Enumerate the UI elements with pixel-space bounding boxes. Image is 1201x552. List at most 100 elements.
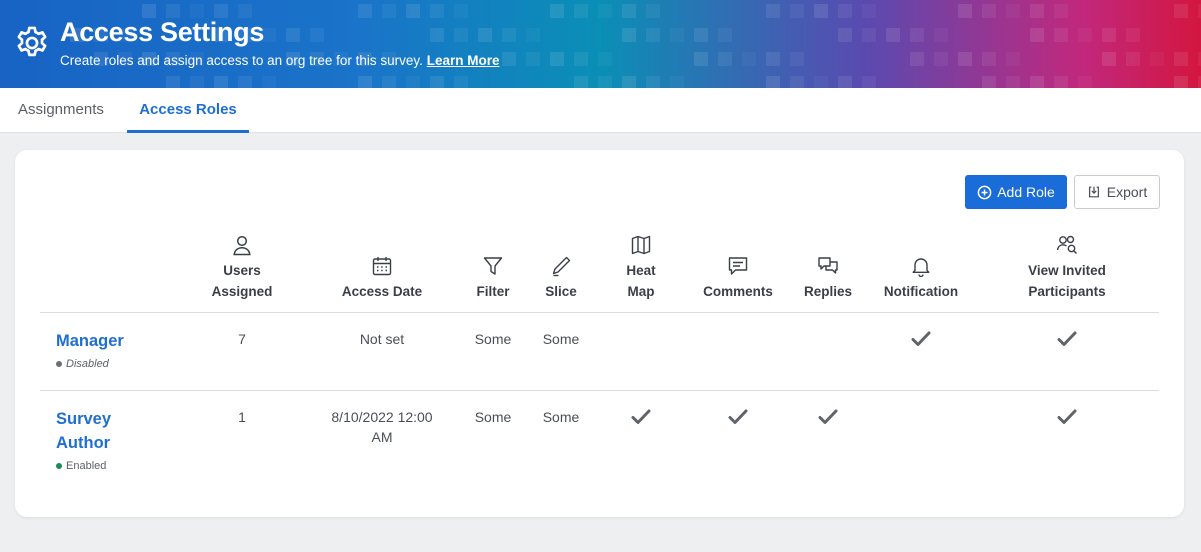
tab-access-roles[interactable]: Access Roles xyxy=(127,88,249,133)
banner-tile xyxy=(430,4,444,18)
banner-tile xyxy=(1054,28,1068,42)
banner-tile xyxy=(238,4,252,18)
banner-tile xyxy=(1006,52,1020,66)
banner-tile xyxy=(1078,28,1092,42)
header-banner: Access Settings Create roles and assign … xyxy=(0,0,1201,88)
banner-tile xyxy=(622,28,636,42)
export-button[interactable]: Export xyxy=(1074,175,1160,209)
banner-tile xyxy=(862,76,876,88)
gear-icon xyxy=(17,26,47,57)
banner-tile xyxy=(838,4,852,18)
banner-tile xyxy=(814,76,828,88)
banner-tile xyxy=(910,52,924,66)
banner-tile xyxy=(838,28,852,42)
status-badge: Enabled xyxy=(56,460,106,472)
add-role-label: Add Role xyxy=(997,184,1055,200)
banner-tile xyxy=(574,76,588,88)
banner-tile xyxy=(166,76,180,88)
map-icon xyxy=(631,235,651,255)
export-icon xyxy=(1088,186,1099,198)
banner-tile xyxy=(550,52,564,66)
col-view-invited-line2: Participants xyxy=(1028,284,1106,299)
banner-tile xyxy=(1006,4,1020,18)
role-name-survey-author[interactable]: Survey Author xyxy=(56,407,111,455)
subtitle-text: Create roles and assign access to an org… xyxy=(60,53,423,68)
banner-tile xyxy=(718,52,732,66)
col-replies[interactable]: Replies xyxy=(793,255,863,302)
col-replies-label: Replies xyxy=(803,284,853,299)
banner-tile xyxy=(790,76,804,88)
banner-tile xyxy=(598,76,612,88)
banner-tile xyxy=(934,28,948,42)
col-heat-map[interactable]: Heat Map xyxy=(611,234,671,302)
col-access-date[interactable]: Access Date xyxy=(332,255,432,302)
banner-tile xyxy=(454,4,468,18)
banner-tile xyxy=(766,4,780,18)
banner-tile xyxy=(454,28,468,42)
banner-tile xyxy=(718,28,732,42)
banner-tile xyxy=(982,4,996,18)
filter-value: Some xyxy=(474,331,512,347)
banner-tile xyxy=(262,76,276,88)
comment-icon xyxy=(728,257,748,275)
banner-tile xyxy=(406,4,420,18)
comments-check-icon xyxy=(728,409,748,424)
col-slice[interactable]: Slice xyxy=(531,255,591,302)
banner-tile xyxy=(958,52,972,66)
banner-tile xyxy=(982,52,996,66)
col-users-line2: Assigned xyxy=(211,284,273,299)
banner-tile xyxy=(646,4,660,18)
banner-tile xyxy=(526,52,540,66)
banner-tile xyxy=(694,52,708,66)
banner-tile xyxy=(502,28,516,42)
tab-assignments[interactable]: Assignments xyxy=(18,88,108,133)
page-title: Access Settings xyxy=(60,17,265,47)
participants-icon xyxy=(1056,235,1077,254)
tab-bar: Assignments Access Roles xyxy=(0,88,1201,133)
banner-tile xyxy=(670,28,684,42)
banner-tile xyxy=(646,76,660,88)
banner-tile xyxy=(478,28,492,42)
banner-tile xyxy=(862,28,876,42)
banner-tile xyxy=(262,28,276,42)
role-name-line1: Survey xyxy=(56,410,112,428)
banner-tile xyxy=(742,52,756,66)
col-users-assigned[interactable]: Users Assigned xyxy=(192,234,292,302)
col-notification[interactable]: Notification xyxy=(871,255,971,302)
col-filter[interactable]: Filter xyxy=(463,255,523,302)
banner-tile xyxy=(382,4,396,18)
users-assigned-value: 7 xyxy=(238,331,246,347)
slice-value: Some xyxy=(542,331,580,347)
banner-tile xyxy=(166,4,180,18)
banner-tile xyxy=(1150,52,1164,66)
role-name-line2: Author xyxy=(56,434,111,452)
banner-tile xyxy=(1102,52,1116,66)
banner-tile xyxy=(454,76,468,88)
banner-tile xyxy=(646,28,660,42)
banner-tile xyxy=(142,4,156,18)
col-view-invited[interactable]: View Invited Participants xyxy=(1012,234,1122,302)
col-comments[interactable]: Comments xyxy=(693,255,783,302)
banner-tile xyxy=(862,4,876,18)
roles-card: Add Role Export Users Assigned Access Da… xyxy=(15,150,1184,517)
banner-tile xyxy=(502,52,516,66)
col-view-invited-line1: View Invited xyxy=(1028,263,1106,278)
add-role-button[interactable]: Add Role xyxy=(965,175,1067,209)
col-filter-label: Filter xyxy=(476,284,510,299)
banner-tile xyxy=(694,28,708,42)
col-users-line1: Users xyxy=(223,263,261,278)
col-heat-line1: Heat xyxy=(626,263,656,278)
banner-tile xyxy=(526,28,540,42)
learn-more-link[interactable]: Learn More xyxy=(427,53,500,68)
status-label: Enabled xyxy=(66,460,107,472)
banner-tile xyxy=(1030,28,1044,42)
banner-tile xyxy=(382,76,396,88)
role-name-manager[interactable]: Manager xyxy=(56,329,124,353)
access-date-value: 8/10/2022 12:00 AM xyxy=(322,407,442,447)
banner-tile xyxy=(958,4,972,18)
banner-tile xyxy=(766,52,780,66)
row-divider xyxy=(40,390,1159,391)
access-date-line2: AM xyxy=(371,429,393,445)
banner-tile xyxy=(982,76,996,88)
filter-value: Some xyxy=(474,409,512,425)
